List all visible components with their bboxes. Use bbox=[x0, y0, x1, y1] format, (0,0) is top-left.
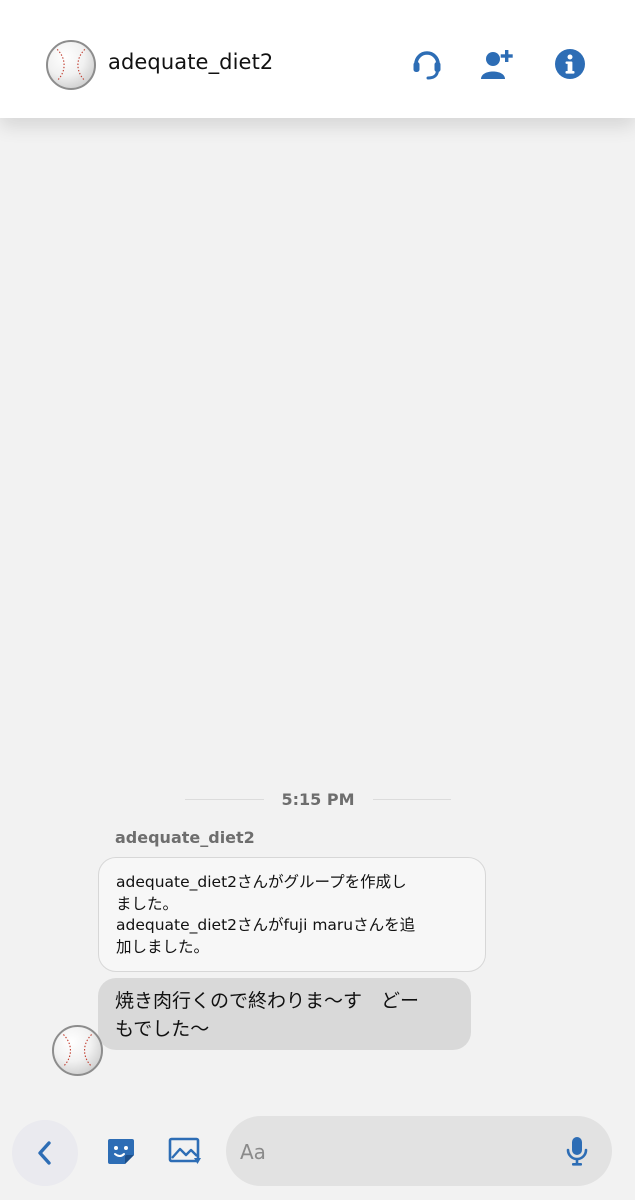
back-button[interactable] bbox=[12, 1120, 78, 1186]
group-avatar[interactable] bbox=[46, 40, 96, 90]
system-message-line: adequate_diet2さんがfuji maruさんを追 bbox=[116, 916, 416, 934]
timestamp: 5:15 PM bbox=[281, 789, 355, 809]
add-person-icon[interactable] bbox=[478, 44, 518, 84]
divider-line bbox=[372, 798, 452, 800]
baseball-icon bbox=[62, 1034, 93, 1067]
message-input[interactable] bbox=[240, 1134, 540, 1170]
divider-line bbox=[185, 798, 264, 800]
info-icon[interactable] bbox=[550, 44, 590, 84]
microphone-icon bbox=[566, 1137, 588, 1166]
back-chevron-icon bbox=[38, 1141, 51, 1165]
sticker-icon bbox=[108, 1139, 134, 1164]
message-bubble[interactable]: 焼き肉行くので終わりま〜す どー もでした〜 bbox=[98, 978, 471, 1050]
baseball-icon bbox=[56, 48, 86, 82]
sticker-button[interactable] bbox=[104, 1134, 138, 1168]
headset-icon[interactable] bbox=[407, 44, 447, 84]
system-message-line: 加しました。 bbox=[116, 937, 210, 956]
message-line: 焼き肉行くので終わりま〜す どー bbox=[115, 990, 420, 1012]
chat-title[interactable]: adequate_diet2 bbox=[108, 50, 273, 74]
system-message-line: adequate_diet2さんがグループを作成し bbox=[116, 873, 407, 891]
microphone-button[interactable] bbox=[562, 1134, 592, 1168]
message-line: もでした〜 bbox=[115, 1018, 210, 1040]
system-message-line: ました。 bbox=[116, 894, 179, 913]
image-icon bbox=[168, 1137, 201, 1164]
chat-header: adequate_diet2 bbox=[0, 0, 635, 118]
sender-avatar[interactable] bbox=[52, 1025, 103, 1076]
timestamp-divider: 5:15 PM bbox=[185, 788, 452, 810]
message-composer bbox=[226, 1116, 612, 1186]
image-button[interactable] bbox=[168, 1134, 202, 1168]
sender-name: adequate_diet2 bbox=[115, 828, 255, 847]
system-message-bubble[interactable]: adequate_diet2さんがグループを作成し ました。 adequate_… bbox=[98, 857, 486, 972]
